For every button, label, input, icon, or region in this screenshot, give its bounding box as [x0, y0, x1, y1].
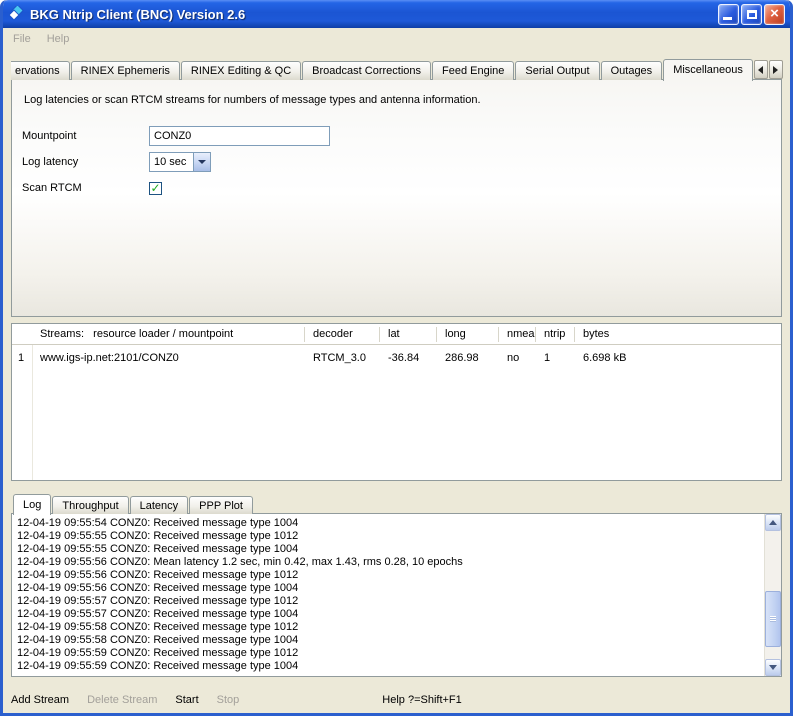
log-latency-select[interactable]: 10 sec — [149, 152, 211, 172]
right-arrow-icon — [773, 66, 778, 74]
menu-file[interactable]: File — [7, 31, 37, 47]
titlebar[interactable]: BKG Ntrip Client (BNC) Version 2.6 × — [3, 0, 790, 28]
maximize-button[interactable] — [741, 4, 762, 25]
row-header-separator — [32, 345, 33, 480]
tab-rinex-editing-qc[interactable]: RINEX Editing & QC — [181, 61, 301, 80]
maximize-icon — [747, 10, 757, 19]
log-line: 12-04-19 09:55:54 CONZ0: Received messag… — [17, 517, 759, 530]
tab-latency[interactable]: Latency — [130, 496, 189, 514]
mountpoint-label: Mountpoint — [22, 130, 149, 142]
tab-scroll-left-button[interactable] — [754, 60, 768, 79]
tab-scroll-right-button[interactable] — [769, 60, 783, 79]
tab-feed-engine[interactable]: Feed Engine — [432, 61, 514, 80]
stop-button[interactable]: Stop — [217, 694, 240, 706]
scan-rtcm-label: Scan RTCM — [22, 182, 149, 194]
scan-rtcm-row: Scan RTCM ✓ — [22, 178, 771, 198]
mountpoint-row: Mountpoint — [22, 126, 771, 146]
log-line: 12-04-19 09:55:56 CONZ0: Received messag… — [17, 582, 759, 595]
combo-dropdown-button[interactable] — [193, 153, 210, 171]
stream-long-cell: 286.98 — [437, 352, 499, 364]
log-line: 12-04-19 09:55:55 CONZ0: Received messag… — [17, 530, 759, 543]
tab-serial-output[interactable]: Serial Output — [515, 61, 599, 80]
close-icon: × — [770, 6, 779, 21]
col-header-nmea: nmea — [499, 327, 536, 342]
scroll-down-icon — [769, 665, 777, 670]
log-line: 12-04-19 09:55:56 CONZ0: Mean latency 1.… — [17, 556, 759, 569]
scan-rtcm-checkbox[interactable]: ✓ — [149, 182, 162, 195]
delete-stream-button[interactable]: Delete Stream — [87, 694, 157, 706]
minimize-button[interactable] — [718, 4, 739, 25]
help-shortcut-label: Help ?=Shift+F1 — [382, 694, 462, 706]
minimize-icon — [723, 17, 732, 20]
tab-log[interactable]: Log — [13, 494, 51, 515]
log-line: 12-04-19 09:55:55 CONZ0: Received messag… — [17, 543, 759, 556]
app-window: BKG Ntrip Client (BNC) Version 2.6 × Fil… — [0, 0, 793, 716]
log-line: 12-04-19 09:55:57 CONZ0: Received messag… — [17, 608, 759, 621]
bottom-tabbar: Log Throughput Latency PPP Plot — [11, 493, 782, 514]
row-number: 1 — [12, 352, 32, 364]
scrollbar-track[interactable] — [765, 531, 781, 659]
start-button[interactable]: Start — [175, 694, 198, 706]
panel-description: Log latencies or scan RTCM streams for n… — [24, 94, 771, 106]
bottom-tab-widget: Log Throughput Latency PPP Plot 12-04-19… — [11, 493, 782, 677]
log-line: 12-04-19 09:55:59 CONZ0: Received messag… — [17, 647, 759, 660]
log-scrollbar[interactable] — [764, 514, 781, 676]
app-icon — [9, 6, 25, 22]
miscellaneous-panel: Log latencies or scan RTCM streams for n… — [11, 79, 782, 317]
log-line: 12-04-19 09:55:58 CONZ0: Received messag… — [17, 634, 759, 647]
menubar: File Help — [3, 28, 790, 50]
log-latency-value: 10 sec — [150, 156, 193, 168]
col-header-ntrip: ntrip — [536, 327, 575, 342]
col-header-bytes: bytes — [575, 327, 781, 342]
tab-throughput[interactable]: Throughput — [52, 496, 128, 514]
tab-broadcast-corrections[interactable]: Broadcast Corrections — [302, 61, 431, 80]
stream-bytes-cell: 6.698 kB — [575, 352, 781, 364]
scroll-up-icon — [769, 520, 777, 525]
col-header-mountpoint: Streams: resource loader / mountpoint — [12, 327, 305, 342]
scrollbar-thumb[interactable] — [765, 591, 781, 647]
tab-observations[interactable]: ervations — [11, 61, 70, 80]
log-output: 12-04-19 09:55:54 CONZ0: Received messag… — [12, 514, 764, 676]
close-button[interactable]: × — [764, 4, 785, 25]
streams-table: Streams: resource loader / mountpoint de… — [11, 323, 782, 481]
menu-help[interactable]: Help — [41, 31, 76, 47]
check-icon: ✓ — [150, 182, 160, 194]
stream-nmea-cell: no — [499, 352, 536, 364]
streams-table-header: Streams: resource loader / mountpoint de… — [12, 324, 781, 345]
log-line: 12-04-19 09:55:58 CONZ0: Received messag… — [17, 621, 759, 634]
window-controls: × — [718, 4, 785, 25]
scroll-up-button[interactable] — [765, 514, 781, 531]
log-line: 12-04-19 09:55:57 CONZ0: Received messag… — [17, 595, 759, 608]
chevron-down-icon — [198, 160, 206, 164]
stream-lat-cell: -36.84 — [380, 352, 437, 364]
stream-decoder-cell: RTCM_3.0 — [305, 352, 380, 364]
log-latency-row: Log latency 10 sec — [22, 152, 771, 172]
top-tabbar: ervations RINEX Ephemeris RINEX Editing … — [11, 58, 782, 80]
add-stream-button[interactable]: Add Stream — [11, 694, 69, 706]
scroll-down-button[interactable] — [765, 659, 781, 676]
main-content: ervations RINEX Ephemeris RINEX Editing … — [3, 50, 790, 687]
left-arrow-icon — [758, 66, 763, 74]
log-line: 12-04-19 09:55:59 CONZ0: Received messag… — [17, 660, 759, 673]
tab-rinex-ephemeris[interactable]: RINEX Ephemeris — [71, 61, 180, 80]
window-title: BKG Ntrip Client (BNC) Version 2.6 — [30, 7, 718, 22]
tab-outages[interactable]: Outages — [601, 61, 663, 80]
stream-mountpoint-cell: www.igs-ip.net:2101/CONZ0 — [32, 352, 305, 364]
col-header-lat: lat — [380, 327, 437, 342]
tab-ppp-plot[interactable]: PPP Plot — [189, 496, 253, 514]
stream-ntrip-cell: 1 — [536, 352, 575, 364]
tab-miscellaneous[interactable]: Miscellaneous — [663, 59, 753, 81]
log-latency-label: Log latency — [22, 156, 149, 168]
tab-scrollers — [754, 60, 783, 80]
mountpoint-input[interactable] — [149, 126, 330, 146]
stream-row[interactable]: 1 www.igs-ip.net:2101/CONZ0 RTCM_3.0 -36… — [12, 345, 781, 371]
log-pane: 12-04-19 09:55:54 CONZ0: Received messag… — [11, 513, 782, 677]
col-header-long: long — [437, 327, 499, 342]
col-header-decoder: decoder — [305, 327, 380, 342]
log-line: 12-04-19 09:55:56 CONZ0: Received messag… — [17, 569, 759, 582]
statusbar: Add Stream Delete Stream Start Stop Help… — [3, 687, 790, 713]
